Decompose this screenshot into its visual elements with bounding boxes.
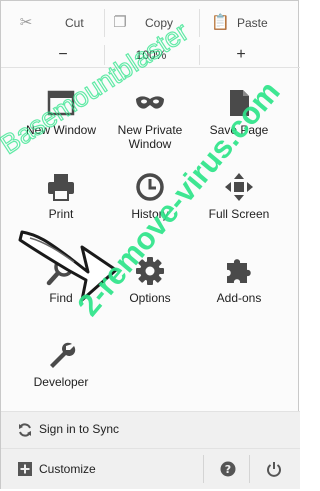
find-button[interactable]: Find	[13, 255, 109, 333]
new-private-window-button[interactable]: New Private Window	[102, 87, 198, 165]
cut-button[interactable]: ✂ Cut	[19, 7, 84, 39]
printer-icon	[48, 174, 74, 201]
zoom-controls: − 100% +	[1, 43, 300, 67]
zoom-level[interactable]: 100%	[121, 43, 181, 67]
scissors-icon: ✂	[19, 14, 33, 31]
wrench-icon	[50, 342, 76, 368]
copy-label: Copy	[145, 16, 174, 30]
paste-button[interactable]: 📋 Paste	[211, 7, 268, 39]
page-icon	[230, 90, 249, 116]
divider	[203, 455, 204, 483]
puzzle-piece-icon	[227, 259, 251, 283]
copy-icon: ❐	[113, 14, 127, 31]
clipboard-icon: 📋	[211, 14, 230, 31]
addons-label: Add-ons	[216, 291, 262, 305]
clock-icon	[136, 173, 164, 201]
separator	[1, 67, 300, 68]
divider	[104, 9, 105, 37]
magnifier-icon	[46, 257, 74, 286]
print-label: Print	[48, 207, 74, 221]
find-label: Find	[49, 291, 73, 305]
customize-button[interactable]: Customize	[1, 449, 201, 489]
divider	[249, 455, 250, 483]
mask-icon	[136, 96, 164, 109]
svg-text:?: ?	[225, 463, 231, 476]
power-icon	[267, 462, 281, 477]
options-button[interactable]: Options	[102, 255, 198, 333]
fullscreen-arrows-icon	[225, 173, 253, 201]
gear-icon	[136, 257, 164, 285]
divider	[104, 45, 105, 65]
developer-button[interactable]: Developer	[13, 339, 109, 417]
sign-in-label: Sign in to Sync	[39, 422, 120, 436]
new-window-label: New Window	[25, 123, 97, 137]
options-label: Options	[129, 291, 171, 305]
help-button[interactable]: ?	[209, 449, 247, 485]
customize-label: Customize	[39, 462, 96, 476]
full-screen-button[interactable]: Full Screen	[191, 171, 287, 249]
full-screen-label: Full Screen	[208, 207, 270, 221]
new-window-button[interactable]: New Window	[13, 87, 109, 165]
print-button[interactable]: Print	[13, 171, 109, 249]
window-icon	[47, 90, 75, 116]
plus-square-icon	[18, 462, 32, 476]
customize-bar: Customize ?	[1, 449, 300, 489]
paste-label: Paste	[237, 16, 268, 30]
save-page-label: Save Page	[209, 123, 269, 137]
save-page-button[interactable]: Save Page	[191, 87, 287, 165]
zoom-out-button[interactable]: −	[45, 43, 81, 67]
sign-in-to-sync-button[interactable]: Sign in to Sync	[1, 412, 300, 448]
firefox-menu-panel: ✂ Cut ❐ Copy 📋 Paste − 100% + New Window	[0, 0, 300, 489]
quit-button[interactable]	[255, 449, 293, 485]
history-label: History	[131, 207, 169, 221]
cut-label: Cut	[65, 16, 84, 30]
addons-button[interactable]: Add-ons	[191, 255, 287, 333]
developer-label: Developer	[33, 375, 89, 389]
new-private-window-label: New Private Window	[117, 123, 183, 151]
zoom-in-button[interactable]: +	[223, 43, 259, 67]
sync-icon	[19, 423, 31, 437]
history-button[interactable]: History	[102, 171, 198, 249]
divider	[199, 9, 200, 37]
help-icon: ?	[220, 461, 236, 477]
divider	[199, 45, 200, 65]
edit-controls: ✂ Cut ❐ Copy 📋 Paste	[1, 1, 300, 43]
copy-button[interactable]: ❐ Copy	[113, 7, 173, 39]
